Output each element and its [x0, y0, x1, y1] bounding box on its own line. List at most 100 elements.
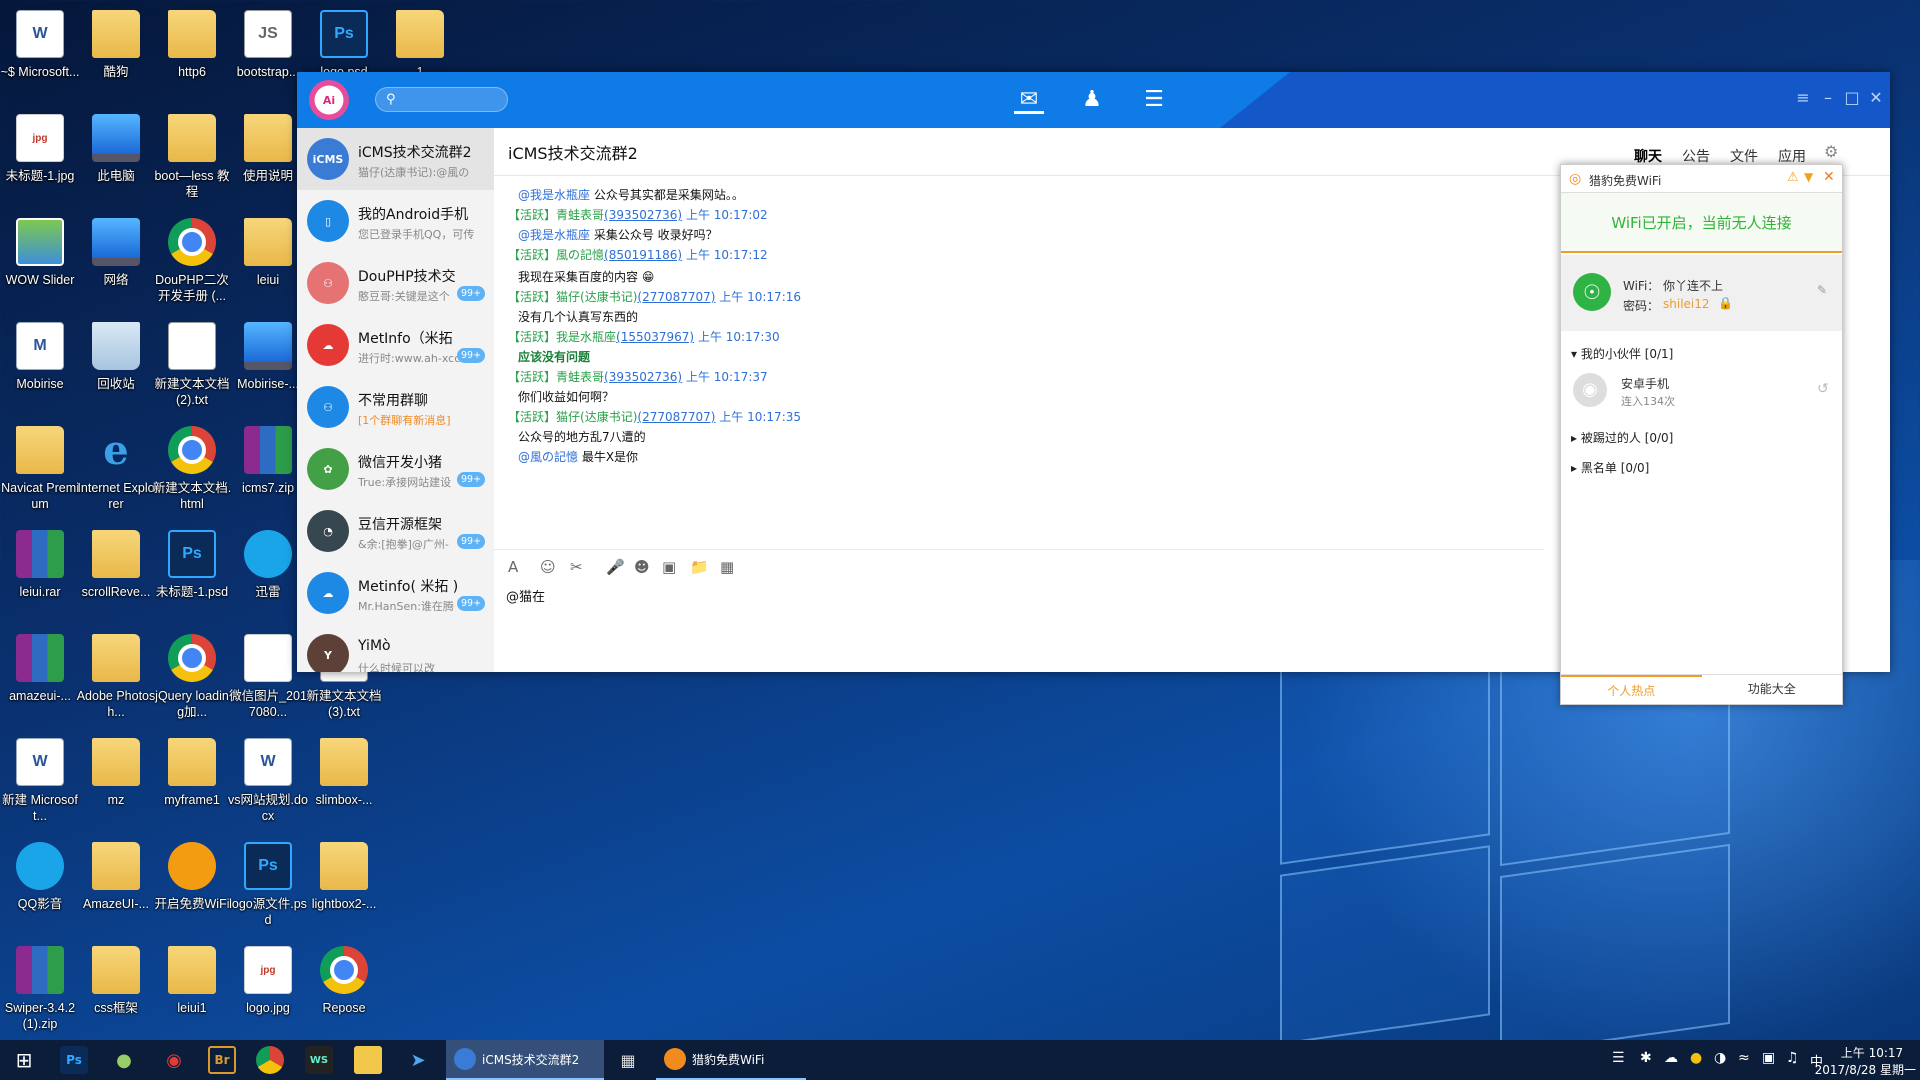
message-qq[interactable]: (277087707) — [637, 410, 715, 424]
desktop-icon[interactable]: 使用说明 — [228, 108, 308, 212]
message-nick[interactable]: 青蛙表哥 — [556, 208, 604, 222]
desktop-icon[interactable]: lightbox2-... — [304, 836, 384, 940]
clock-date[interactable]: 2017/8/28 星期一 — [1806, 1061, 1916, 1078]
font-icon[interactable]: A — [508, 558, 518, 576]
user-avatar[interactable]: Ai — [309, 80, 349, 120]
desktop-icon[interactable]: W 新建 Microsoft... — [0, 732, 80, 836]
desktop-icon[interactable]: 网络 — [76, 212, 156, 316]
tab-features[interactable]: 功能大全 — [1702, 675, 1843, 704]
desktop-icon[interactable]: leiui — [228, 212, 308, 316]
desktop-icon[interactable]: boot—less 教程 — [152, 108, 232, 212]
desktop-icon[interactable]: http6 — [152, 4, 232, 108]
kicked-section[interactable]: ▸ 被踢过的人 [0/0] — [1571, 429, 1673, 446]
sticker-icon[interactable]: ☻ — [634, 558, 650, 576]
desktop-icon[interactable]: myframe1 — [152, 732, 232, 836]
desktop-icon[interactable]: Adobe Photosh... — [76, 628, 156, 732]
message-qq[interactable]: (155037967) — [616, 330, 694, 344]
tab-hotspot[interactable]: 个人热点 — [1561, 675, 1702, 704]
partners-section[interactable]: ▾ 我的小伙伴 [0/1] — [1571, 345, 1673, 362]
conversation-item[interactable]: ☁ MetInfo（米拓 进行时:www.ah-xcc 99+ — [297, 314, 494, 376]
settings-icon[interactable]: ⚙ — [1824, 142, 1838, 161]
mention-link[interactable]: @我是水瓶座 — [518, 228, 590, 242]
desktop-icon[interactable]: leiui1 — [152, 940, 232, 1044]
tab-notice[interactable]: 公告 — [1682, 146, 1710, 166]
message-input[interactable]: @猫在 — [506, 586, 545, 605]
desktop-icon[interactable]: mz — [76, 732, 156, 836]
screenshot-icon[interactable]: ✂ — [570, 558, 583, 576]
blacklist-section[interactable]: ▸ 黑名单 [0/0] — [1571, 459, 1649, 476]
menu-icon[interactable]: ≡ — [1794, 89, 1812, 107]
conversation-item[interactable]: ☁ Metinfo( 米拓 ) Mr.HanSen:谁在腾 99+ — [297, 562, 494, 624]
desktop-icon[interactable]: amazeui-... — [0, 628, 80, 732]
shield-icon[interactable]: ⚠ — [1787, 170, 1799, 185]
edit-icon[interactable]: ✎ — [1817, 283, 1827, 297]
desktop-icon[interactable]: Ps logo源文件.psd — [228, 836, 308, 940]
message-nick[interactable]: 青蛙表哥 — [556, 370, 604, 384]
desktop-icon[interactable]: Mobirise-... — [228, 316, 308, 420]
tab-apps[interactable]: 应用 — [1778, 146, 1806, 166]
desktop-icon[interactable]: css框架 — [76, 940, 156, 1044]
desktop-icon[interactable]: 微信图片_2017080... — [228, 628, 308, 732]
bluetooth-icon[interactable]: ✱ — [1640, 1050, 1652, 1066]
desktop-icon[interactable]: JS bootstrap... — [228, 4, 308, 108]
desktop-icon[interactable]: 迅雷 — [228, 524, 308, 628]
device-action-icon[interactable]: ↺ — [1817, 381, 1829, 397]
app-tray-icon[interactable]: ◑ — [1714, 1050, 1726, 1066]
taskbar-task-qq[interactable]: iCMS技术交流群2 — [446, 1040, 604, 1080]
app-taskbar-icon[interactable]: ◉ — [160, 1046, 188, 1074]
desktop-icon[interactable]: jpg logo.jpg — [228, 940, 308, 1044]
folder-icon[interactable]: 📁 — [690, 558, 709, 576]
desktop-icon[interactable]: W ~$ Microsoft... — [0, 4, 80, 108]
conversation-item[interactable]: ◔ 豆信开源框架 &余:[抱拳]@广州- 99+ — [297, 500, 494, 562]
desktop-icon[interactable]: Wvs网站规划.docx — [228, 732, 308, 836]
desktop-icon[interactable]: scrollReve... — [76, 524, 156, 628]
minimize-icon[interactable]: – — [1819, 89, 1837, 107]
message-nick[interactable]: 猫仔(达康书记) — [556, 290, 637, 304]
image-icon[interactable]: ▣ — [662, 558, 676, 576]
app-taskbar-icon[interactable]: ▦ — [614, 1046, 642, 1074]
thunder-taskbar-icon[interactable]: ➤ — [404, 1046, 432, 1074]
desktop-icon[interactable]: AmazeUI-... — [76, 836, 156, 940]
volume-icon[interactable]: ♫ — [1786, 1050, 1799, 1066]
tab-chat[interactable]: 聊天 — [1634, 146, 1662, 166]
desktop-icon[interactable]: WOW Slider — [0, 212, 80, 316]
messages-nav-icon[interactable]: ✉ — [1014, 86, 1044, 114]
desktop-icon[interactable]: jQuery loading加... — [152, 628, 232, 732]
message-nick[interactable]: 我是水瓶座 — [556, 330, 616, 344]
message-nick[interactable]: 風の記憶 — [556, 248, 604, 262]
conversation-item[interactable]: ⚇ DouPHP技术交 憨豆哥:关键是这个 99+ — [297, 252, 494, 314]
network-icon[interactable]: ☰ — [1612, 1050, 1625, 1066]
clock-time[interactable]: 上午 10:17 — [1832, 1044, 1912, 1061]
voice-icon[interactable]: 🎤 — [606, 558, 625, 576]
app-taskbar-icon[interactable]: ● — [110, 1046, 138, 1074]
desktop-icon[interactable]: M Mobirise — [0, 316, 80, 420]
message-nick[interactable]: 猫仔(达康书记) — [556, 410, 637, 424]
desktop-icon[interactable]: Navicat Premium — [0, 420, 80, 524]
message-qq[interactable]: (393502736) — [604, 370, 682, 384]
groups-nav-icon[interactable]: ☰ — [1139, 86, 1169, 114]
bridge-taskbar-icon[interactable]: Br — [208, 1046, 236, 1074]
desktop-icon[interactable]: 回收站 — [76, 316, 156, 420]
chrome-taskbar-icon[interactable] — [256, 1046, 284, 1074]
app-tray-icon[interactable]: ● — [1690, 1050, 1702, 1066]
desktop-icon[interactable]: DouPHP二次开发手册 (... — [152, 212, 232, 316]
emoji-icon[interactable]: ☺ — [540, 558, 556, 576]
password-value[interactable]: shilei12 — [1663, 297, 1710, 311]
wired-network-icon[interactable]: ▣ — [1762, 1050, 1775, 1066]
desktop-icon[interactable]: QQ影音 — [0, 836, 80, 940]
desktop-icon[interactable]: 此电脑 — [76, 108, 156, 212]
message-qq[interactable]: (393502736) — [604, 208, 682, 222]
maximize-icon[interactable]: □ — [1843, 89, 1861, 107]
mention-link[interactable]: @我是水瓶座 — [518, 188, 590, 202]
calendar-icon[interactable]: ▦ — [720, 558, 734, 576]
conversation-item[interactable]: ▯ 我的Android手机 您已登录手机QQ，可传 — [297, 190, 494, 252]
conversation-item[interactable]: ✿ 微信开发小猪 True:承接网站建设 99+ — [297, 438, 494, 500]
desktop-icon[interactable]: slimbox-... — [304, 732, 384, 836]
taskbar-task-wifi[interactable]: 猎豹免费WiFi — [656, 1040, 806, 1080]
explorer-taskbar-icon[interactable] — [354, 1046, 382, 1074]
conversation-item[interactable]: iCMS iCMS技术交流群2 猫仔(达康书记):@風の — [297, 128, 494, 190]
dropdown-icon[interactable]: ▼ — [1804, 170, 1813, 184]
desktop-icon[interactable]: Repose — [304, 940, 384, 1044]
photoshop-taskbar-icon[interactable]: Ps — [60, 1046, 88, 1074]
desktop-icon[interactable]: icms7.zip — [228, 420, 308, 524]
